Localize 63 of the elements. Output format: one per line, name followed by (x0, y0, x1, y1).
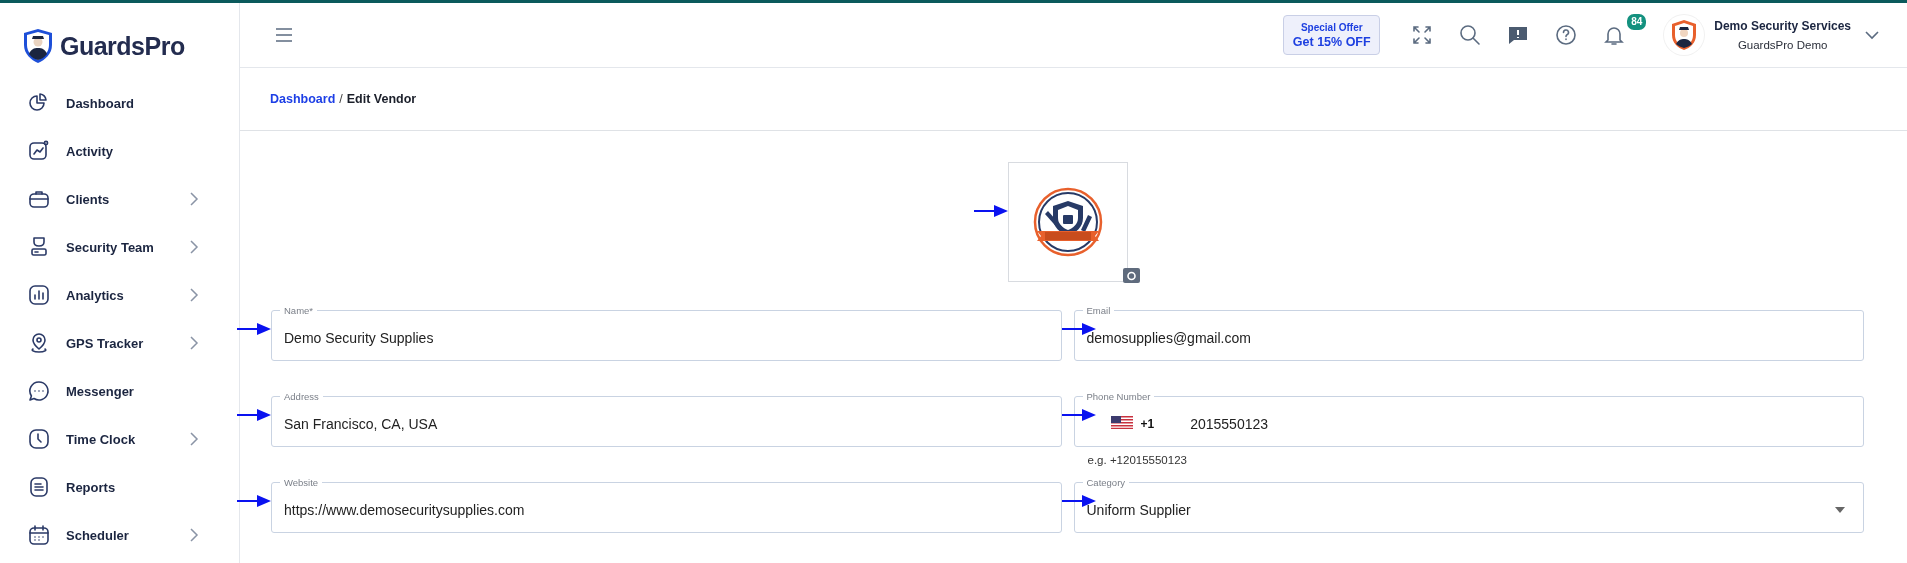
chevron-down-icon[interactable] (1865, 30, 1879, 40)
chevron-right-icon (189, 336, 199, 350)
bar-chart-icon (27, 283, 51, 307)
field-value: Demo Security Supplies (284, 329, 435, 346)
field-label: Category (1085, 478, 1127, 488)
notification-count: 84 (1625, 12, 1649, 32)
breadcrumb-link[interactable]: Dashboard (270, 92, 336, 106)
field-label: Website (283, 478, 320, 488)
feedback-icon[interactable] (1507, 24, 1530, 46)
chat-bubble-icon (27, 379, 51, 403)
field-value: 2015550123 (1190, 415, 1270, 432)
sidebar-item[interactable]: Clients (0, 175, 239, 223)
text-field[interactable]: Website https://www.demosecuritysupplies.com (271, 478, 1062, 533)
fullscreen-icon[interactable] (1411, 24, 1434, 46)
field-value: https://www.demosecuritysupplies.com (284, 501, 526, 518)
field-label: Address (283, 392, 320, 402)
sidebar-item[interactable]: Messenger (0, 367, 239, 415)
logo-upload-box[interactable] (1007, 162, 1128, 282)
search-icon[interactable] (1459, 24, 1482, 46)
chevron-right-icon (189, 528, 199, 542)
clock-icon (27, 427, 51, 451)
notification-bell-icon[interactable] (1603, 24, 1626, 46)
help-icon[interactable] (1555, 24, 1578, 46)
sidebar-item[interactable]: Time Clock (0, 415, 239, 463)
sidebar-item[interactable]: Activity (0, 127, 239, 175)
document-icon (27, 475, 51, 499)
sidebar-item[interactable]: Scheduler (0, 511, 239, 559)
field-value: Uniform Supplier (1086, 501, 1192, 518)
field-value: San Francisco, CA, USA (284, 415, 439, 432)
shield-logo-icon (22, 28, 54, 64)
text-field[interactable]: Email demosupplies@gmail.com (1073, 306, 1864, 361)
text-field[interactable]: Address San Francisco, CA, USA (271, 392, 1062, 447)
chevron-right-icon (189, 192, 199, 206)
account-name: Demo Security Services (1714, 19, 1851, 33)
phone-field[interactable]: Phone Number +1 2015550123 (1073, 392, 1864, 447)
brand-name: GuardsPro (60, 31, 185, 61)
country-code: +1 (1140, 416, 1155, 431)
sidebar-item[interactable]: Dashboard (0, 79, 239, 127)
menu-icon[interactable] (275, 28, 293, 42)
trend-chart-icon (27, 139, 51, 163)
sidebar-item[interactable]: GPS Tracker (0, 319, 239, 367)
sidebar-item[interactable]: Security Team (0, 223, 239, 271)
sidebar-item[interactable]: Reports (0, 463, 239, 511)
calendar-icon (27, 523, 51, 547)
chevron-right-icon (189, 240, 199, 254)
field-label: Phone Number (1085, 392, 1152, 402)
field-label: Name* (283, 306, 315, 316)
account-subtitle: GuardsPro Demo (1737, 39, 1828, 51)
dropdown-caret-icon (1835, 506, 1845, 513)
special-offer-button[interactable]: Special Offer Get 15% OFF (1283, 15, 1381, 55)
breadcrumb-current: Edit Vendor (346, 92, 417, 106)
text-field[interactable]: Name* Demo Security Supplies (271, 306, 1062, 361)
guard-avatar-icon[interactable] (1664, 15, 1705, 55)
breadcrumb-separator: / (339, 92, 343, 106)
field-label: Email (1085, 306, 1112, 316)
sidebar-item[interactable]: Analytics (0, 271, 239, 319)
chevron-right-icon (189, 288, 199, 302)
field-value: demosupplies@gmail.com (1086, 329, 1252, 346)
category-dropdown[interactable]: Category Uniform Supplier (1073, 478, 1864, 533)
helper-text: e.g. +12015550123 (1087, 454, 1188, 466)
camera-icon[interactable] (1122, 268, 1140, 283)
us-flag-icon[interactable] (1110, 415, 1133, 429)
chevron-right-icon (189, 432, 199, 446)
